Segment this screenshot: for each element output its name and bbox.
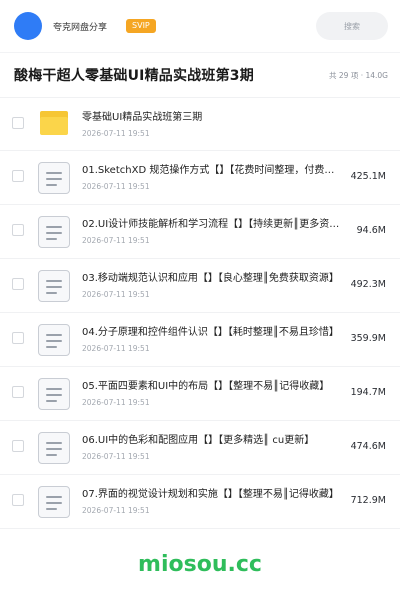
item-size: 194.7M bbox=[350, 387, 386, 398]
list-item[interactable]: 03.移动端规范认识和应用【】【良心整理║免费获取资源】 2026-07-11 … bbox=[0, 259, 400, 313]
document-icon bbox=[38, 216, 70, 248]
select-checkbox[interactable] bbox=[12, 386, 24, 398]
search-placeholder: 搜索 bbox=[344, 21, 360, 31]
select-checkbox[interactable] bbox=[12, 494, 24, 506]
item-size: 712.9M bbox=[350, 495, 386, 506]
list-item[interactable]: 02.UI设计师技能解析和学习流程【】【持续更新║更多资源】 2026-07-1… bbox=[0, 205, 400, 259]
item-date: 2026-07-11 19:51 bbox=[82, 452, 150, 461]
item-count-summary: 共 29 项 · 14.0G bbox=[329, 70, 388, 80]
file-list: 零基础UI精品实战班第三期 2026-07-11 19:51 01.Sketch… bbox=[0, 97, 400, 529]
item-date: 2026-07-11 19:51 bbox=[82, 290, 150, 299]
title-row: 酸梅干超人零基础UI精品实战班第3期 共 29 项 · 14.0G bbox=[0, 52, 400, 97]
item-name: 03.移动端规范认识和应用【】【良心整理║免费获取资源】 bbox=[82, 273, 339, 284]
item-date: 2026-07-11 19:51 bbox=[82, 398, 150, 407]
select-checkbox[interactable] bbox=[12, 224, 24, 236]
document-icon bbox=[38, 324, 70, 356]
document-icon bbox=[38, 486, 70, 518]
list-item[interactable]: 01.SketchXD 规范操作方式【】【花费时间整理，付费课程】 2026-0… bbox=[0, 151, 400, 205]
item-date: 2026-07-11 19:51 bbox=[82, 344, 150, 353]
select-checkbox[interactable] bbox=[12, 117, 24, 129]
item-size: 474.6M bbox=[350, 441, 386, 452]
watermark-text: miosou.cc bbox=[138, 552, 262, 577]
document-icon bbox=[38, 432, 70, 464]
list-item[interactable]: 07.界面的视觉设计规划和实施【】【整理不易║记得收藏】 2026-07-11 … bbox=[0, 475, 400, 529]
item-name: 05.平面四要素和UI中的布局【】【整理不易║记得收藏】 bbox=[82, 381, 330, 392]
svip-badge: SVIP bbox=[126, 19, 156, 33]
item-info: 04.分子原理和控件组件认识【】【耗时整理║不易且珍惜】 2026-07-11 … bbox=[82, 325, 344, 356]
item-name: 04.分子原理和控件组件认识【】【耗时整理║不易且珍惜】 bbox=[82, 327, 339, 338]
search-button[interactable]: 搜索 bbox=[316, 12, 388, 40]
item-date: 2026-07-11 19:51 bbox=[82, 129, 150, 138]
list-item[interactable]: 06.UI中的色彩和配图应用【】【更多精选║ cu更新】 2026-07-11 … bbox=[0, 421, 400, 475]
item-name: 06.UI中的色彩和配图应用【】【更多精选║ cu更新】 bbox=[82, 435, 315, 446]
list-item[interactable]: 05.平面四要素和UI中的布局【】【整理不易║记得收藏】 2026-07-11 … bbox=[0, 367, 400, 421]
list-item[interactable]: 04.分子原理和控件组件认识【】【耗时整理║不易且珍惜】 2026-07-11 … bbox=[0, 313, 400, 367]
item-info: 01.SketchXD 规范操作方式【】【花费时间整理，付费课程】 2026-0… bbox=[82, 163, 344, 194]
item-info: 05.平面四要素和UI中的布局【】【整理不易║记得收藏】 2026-07-11 … bbox=[82, 379, 344, 410]
sharer-name[interactable]: 夸克网盘分享 bbox=[53, 20, 107, 33]
select-checkbox[interactable] bbox=[12, 170, 24, 182]
item-date: 2026-07-11 19:51 bbox=[82, 506, 150, 515]
item-info: 零基础UI精品实战班第三期 2026-07-11 19:51 bbox=[82, 110, 344, 141]
item-info: 02.UI设计师技能解析和学习流程【】【持续更新║更多资源】 2026-07-1… bbox=[82, 217, 344, 248]
item-date: 2026-07-11 19:51 bbox=[82, 236, 150, 245]
item-name: 07.界面的视觉设计规划和实施【】【整理不易║记得收藏】 bbox=[82, 489, 339, 500]
document-icon bbox=[38, 378, 70, 410]
item-size: 359.9M bbox=[350, 333, 386, 344]
folder-icon bbox=[38, 109, 70, 141]
item-size: 94.6M bbox=[356, 225, 386, 236]
item-info: 06.UI中的色彩和配图应用【】【更多精选║ cu更新】 2026-07-11 … bbox=[82, 433, 344, 464]
item-info: 07.界面的视觉设计规划和实施【】【整理不易║记得收藏】 2026-07-11 … bbox=[82, 487, 344, 518]
select-checkbox[interactable] bbox=[12, 278, 24, 290]
page-title: 酸梅干超人零基础UI精品实战班第3期 bbox=[14, 68, 254, 84]
select-checkbox[interactable] bbox=[12, 440, 24, 452]
top-bar: 夸克网盘分享 SVIP 搜索 bbox=[0, 0, 400, 52]
item-name: 零基础UI精品实战班第三期 bbox=[82, 112, 203, 123]
item-name: 02.UI设计师技能解析和学习流程【】【持续更新║更多资源】 bbox=[82, 219, 344, 230]
select-checkbox[interactable] bbox=[12, 332, 24, 344]
document-icon bbox=[38, 162, 70, 194]
item-info: 03.移动端规范认识和应用【】【良心整理║免费获取资源】 2026-07-11 … bbox=[82, 271, 344, 302]
item-date: 2026-07-11 19:51 bbox=[82, 182, 150, 191]
item-size: 492.3M bbox=[350, 279, 386, 290]
list-item[interactable]: 零基础UI精品实战班第三期 2026-07-11 19:51 bbox=[0, 97, 400, 151]
item-size: 425.1M bbox=[350, 171, 386, 182]
avatar[interactable] bbox=[14, 12, 42, 40]
document-icon bbox=[38, 270, 70, 302]
item-name: 01.SketchXD 规范操作方式【】【花费时间整理，付费课程】 bbox=[82, 165, 344, 176]
